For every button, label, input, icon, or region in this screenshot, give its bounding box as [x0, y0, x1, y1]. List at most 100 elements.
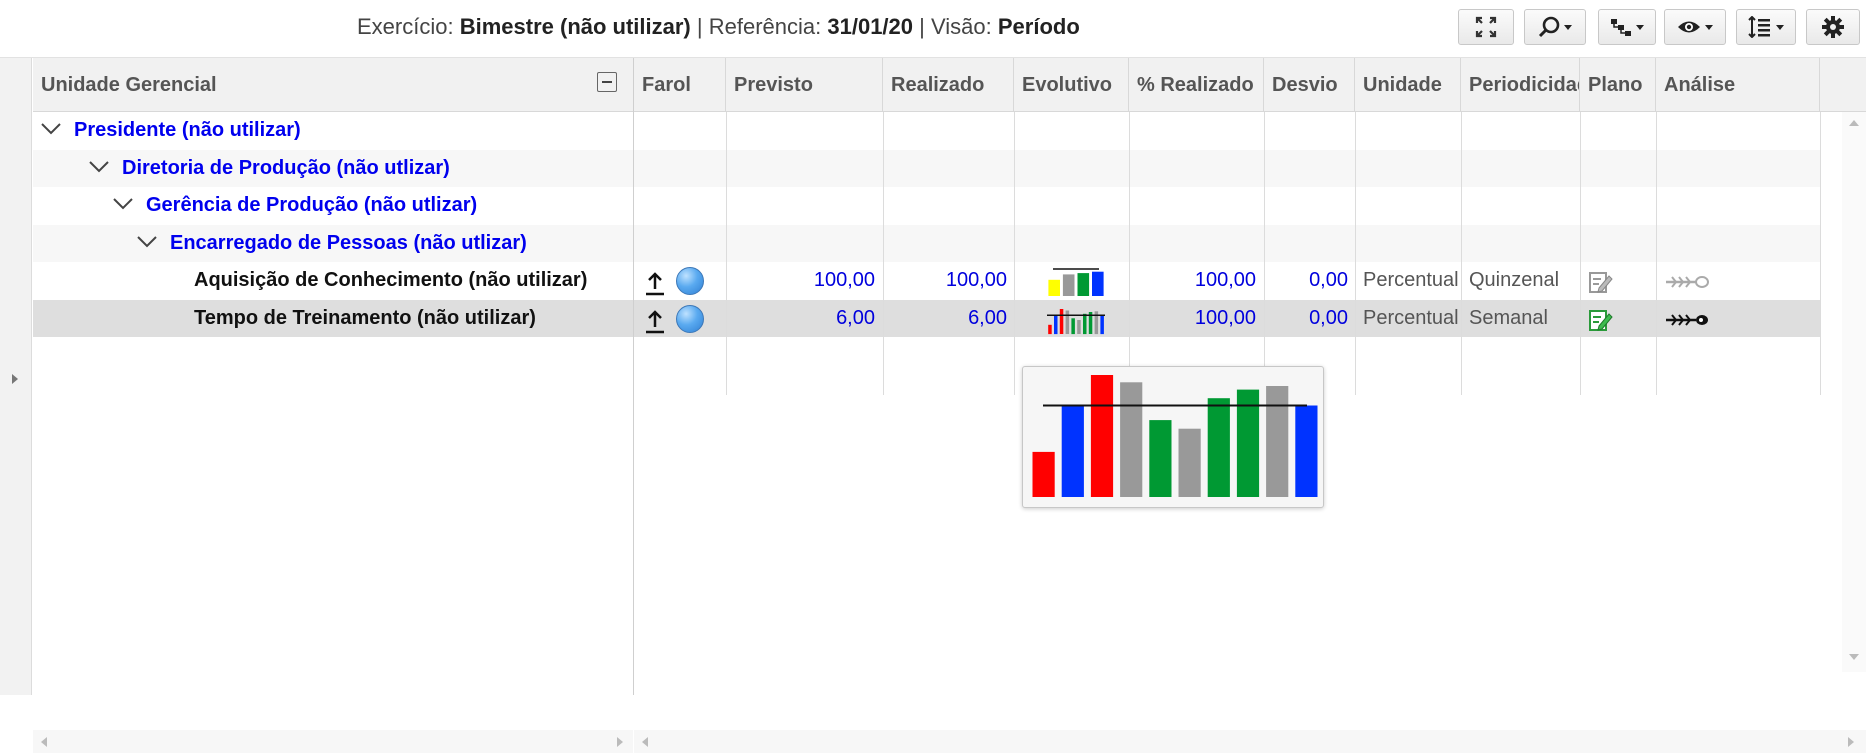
- chart-bar: [1077, 273, 1090, 296]
- pane-splitter[interactable]: [633, 58, 634, 695]
- tree-node-encarregado[interactable]: Encarregado de Pessoas (não utlizar): [170, 232, 527, 255]
- col-header-desvio[interactable]: Desvio: [1264, 58, 1355, 112]
- col-header-label: Realizado: [891, 74, 985, 96]
- exercicio-value: Bimestre (não utilizar): [459, 14, 691, 39]
- left-horizontal-scrollbar[interactable]: [33, 730, 633, 753]
- chart-bar: [1120, 382, 1143, 497]
- col-header-label: Farol: [642, 74, 691, 96]
- fishbone-icon[interactable]: [1664, 274, 1710, 290]
- evolutivo-mini-chart[interactable]: [1035, 267, 1109, 297]
- col-header-evolutivo[interactable]: Evolutivo: [1014, 58, 1129, 112]
- chart-bar: [1062, 274, 1075, 296]
- chart-bar: [1054, 315, 1058, 335]
- left-panel-toggle[interactable]: [0, 58, 32, 695]
- gear-icon: [1822, 16, 1844, 38]
- col-header-unidade[interactable]: Unidade: [1355, 58, 1461, 112]
- col-header-periodicidade[interactable]: Periodicidade: [1461, 58, 1580, 112]
- visao-label: Visão:: [930, 14, 992, 39]
- col-header-plano[interactable]: Plano: [1580, 58, 1656, 112]
- realizado-value: 6,00: [968, 307, 1007, 329]
- col-header-label: Unidade: [1363, 74, 1442, 96]
- fullscreen-icon: [1475, 16, 1497, 38]
- chart-bar: [1077, 320, 1081, 334]
- col-header-label: Plano: [1588, 74, 1643, 96]
- unidade-value: Percentual: [1363, 269, 1459, 291]
- status-ball-icon: [676, 305, 704, 333]
- tree-node-gerencia[interactable]: Gerência de Produção (não utlizar): [146, 194, 477, 217]
- expand-panel-icon: [12, 374, 18, 384]
- chart-bar: [1295, 405, 1318, 497]
- chart-bar: [1178, 428, 1201, 497]
- hierarchy-icon: [1611, 19, 1631, 36]
- indicator-grid: Unidade Gerencial Farol Previsto Realiza…: [33, 58, 1866, 753]
- chevron-down-icon[interactable]: [113, 197, 133, 211]
- settings-button[interactable]: [1806, 9, 1860, 45]
- chevron-down-icon: [1636, 24, 1644, 30]
- col-header-analise[interactable]: Análise: [1656, 58, 1820, 112]
- up-arrow-icon: [646, 310, 664, 334]
- evolutivo-mini-chart[interactable]: [1035, 305, 1109, 335]
- chart-bar: [1100, 315, 1104, 335]
- view-button[interactable]: [1664, 9, 1726, 45]
- pct-realizado-value: 100,00: [1194, 269, 1256, 291]
- chart-bar: [1083, 313, 1087, 335]
- separator: |: [919, 14, 925, 39]
- visao-value: Período: [997, 14, 1080, 39]
- fishbone-icon[interactable]: [1664, 312, 1710, 328]
- indicator-name[interactable]: Aquisição de Conhecimento (não utilizar): [194, 269, 587, 292]
- chevron-down-icon[interactable]: [41, 122, 61, 136]
- edit-plan-icon[interactable]: [1587, 307, 1613, 333]
- col-header-label: Desvio: [1272, 74, 1338, 96]
- fullscreen-button[interactable]: [1458, 9, 1514, 45]
- col-header-pct-realizado[interactable]: % Realizado: [1129, 58, 1264, 112]
- previsto-value: 6,00: [836, 307, 875, 329]
- col-header-label: Unidade Gerencial: [41, 74, 217, 96]
- tree-node-diretoria[interactable]: Diretoria de Produção (não utlizar): [122, 157, 450, 180]
- tree-node-presidente[interactable]: Presidente (não utilizar): [74, 119, 301, 142]
- chevron-down-icon[interactable]: [137, 235, 157, 249]
- sort-lines-icon: [1748, 16, 1770, 38]
- chart-bar: [1266, 386, 1289, 497]
- search-button[interactable]: [1524, 9, 1586, 45]
- collapse-all-icon[interactable]: [597, 72, 617, 92]
- pct-realizado-value: 100,00: [1194, 307, 1256, 329]
- vertical-scrollbar[interactable]: [1842, 112, 1866, 672]
- chart-bar: [1048, 279, 1060, 296]
- chevron-down-icon: [1564, 24, 1572, 30]
- sort-button[interactable]: [1736, 9, 1796, 45]
- chart-bar: [1071, 318, 1075, 335]
- hierarchy-button[interactable]: [1598, 9, 1656, 45]
- tree-row[interactable]: [33, 112, 1820, 149]
- header-bar: Exercício: Bimestre (não utilizar) | Ref…: [0, 0, 1866, 58]
- chart-bar: [1149, 420, 1172, 497]
- col-header-farol[interactable]: Farol: [634, 58, 726, 112]
- col-header-label: % Realizado: [1137, 74, 1254, 96]
- unidade-value: Percentual: [1363, 307, 1459, 329]
- col-header-realizado[interactable]: Realizado: [883, 58, 1014, 112]
- col-header-previsto[interactable]: Previsto: [726, 58, 883, 112]
- col-header-filler: [1820, 58, 1866, 112]
- indicator-name[interactable]: Tempo de Treinamento (não utilizar): [194, 307, 536, 330]
- col-header-label: Análise: [1664, 74, 1736, 96]
- previsto-value: 100,00: [813, 269, 875, 291]
- search-icon: [1538, 16, 1560, 38]
- col-header-label: Previsto: [734, 74, 813, 96]
- evolutivo-chart-popup: [1022, 366, 1324, 508]
- right-horizontal-scrollbar[interactable]: [634, 730, 1866, 753]
- up-arrow-icon: [646, 272, 664, 296]
- col-header-unidade-gerencial[interactable]: Unidade Gerencial: [33, 58, 634, 112]
- context-info: Exercício: Bimestre (não utilizar) | Ref…: [357, 14, 1080, 40]
- desvio-value: 0,00: [1309, 269, 1348, 291]
- chart-bar: [1059, 309, 1064, 334]
- exercicio-label: Exercício:: [357, 14, 454, 39]
- periodicidade-value: Semanal: [1469, 307, 1548, 329]
- chevron-down-icon[interactable]: [89, 160, 109, 174]
- realizado-value: 100,00: [945, 269, 1007, 291]
- chart-bar: [1092, 271, 1104, 296]
- edit-plan-icon[interactable]: [1587, 269, 1613, 295]
- col-header-label: Periodicidade: [1469, 74, 1579, 96]
- chart-bar: [1048, 324, 1052, 335]
- chart-bar: [1032, 451, 1055, 497]
- chart-bar: [1061, 405, 1084, 497]
- chart-bar: [1090, 375, 1114, 497]
